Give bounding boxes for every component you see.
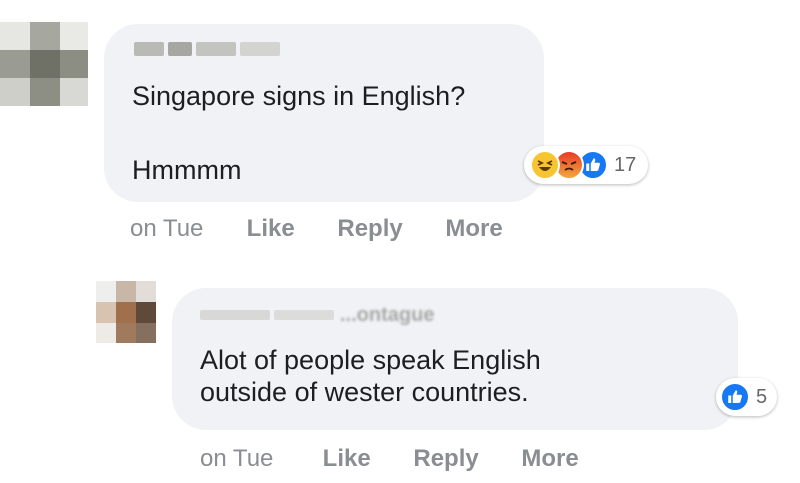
comment-actions: on Tue Like Reply More — [130, 215, 503, 243]
author-name-blurred[interactable]: ...ontague — [200, 304, 460, 326]
like-button[interactable]: Like — [247, 215, 295, 243]
comment-text-line: Hmmmm — [132, 155, 242, 185]
reaction-count: 5 — [756, 385, 768, 408]
comment-text-line: Alot of people speak English — [200, 345, 541, 375]
reaction-summary[interactable]: 5 — [716, 378, 778, 416]
more-button[interactable]: More — [521, 445, 578, 473]
comment-bubble: ...ontague Alot of people speak English … — [172, 288, 738, 430]
comment-text-line: outside of wester countries. — [200, 377, 529, 407]
timestamp[interactable]: on Tue — [130, 215, 240, 243]
reaction-count: 17 — [614, 153, 637, 176]
comment-text: Alot of people speak English outside of … — [200, 344, 541, 408]
timestamp[interactable]: on Tue — [200, 445, 316, 473]
comment-bubble: Singapore signs in English? Hmmmm — [104, 24, 544, 202]
haha-icon — [530, 150, 560, 180]
like-icon — [720, 382, 750, 412]
like-button[interactable]: Like — [323, 445, 371, 473]
comment-actions: on Tue Like Reply More — [200, 445, 579, 473]
avatar[interactable] — [0, 22, 88, 106]
comment-text: Singapore signs in English? — [132, 80, 465, 112]
reply-button[interactable]: Reply — [413, 445, 478, 473]
avatar[interactable] — [96, 281, 156, 343]
comment-text-line: Singapore signs in English? — [132, 81, 466, 111]
author-name-blurred[interactable] — [134, 42, 284, 58]
reaction-summary[interactable]: 17 — [524, 146, 649, 184]
more-button[interactable]: More — [445, 215, 502, 243]
author-name-partial: ...ontague — [340, 304, 435, 326]
reply-button[interactable]: Reply — [337, 215, 402, 243]
comment-text: Hmmmm — [132, 154, 241, 186]
